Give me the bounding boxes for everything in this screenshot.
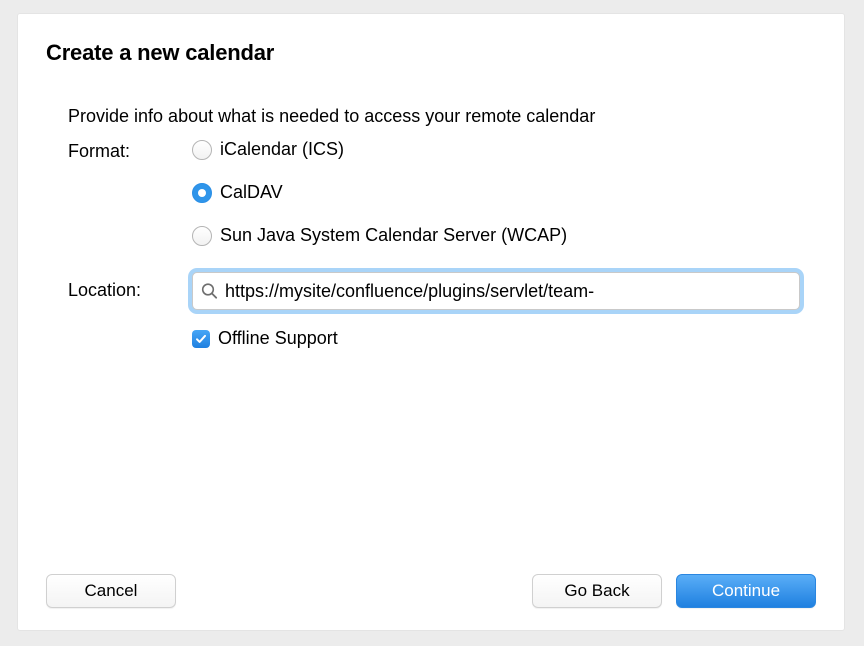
button-bar: Cancel Go Back Continue — [46, 574, 816, 608]
radio-icon — [192, 183, 212, 203]
format-option-label: Sun Java System Calendar Server (WCAP) — [220, 225, 567, 246]
format-option-label: CalDAV — [220, 182, 283, 203]
radio-icon — [192, 226, 212, 246]
format-option-ics[interactable]: iCalendar (ICS) — [192, 139, 816, 160]
location-input[interactable] — [192, 272, 800, 310]
cancel-button[interactable]: Cancel — [46, 574, 176, 608]
dialog-title: Create a new calendar — [46, 40, 816, 66]
go-back-button[interactable]: Go Back — [532, 574, 662, 608]
location-field-wrap — [192, 272, 816, 310]
radio-icon — [192, 140, 212, 160]
dialog-panel: Create a new calendar Provide info about… — [18, 14, 844, 630]
format-option-caldav[interactable]: CalDAV — [192, 182, 816, 203]
format-label: Format: — [68, 139, 168, 162]
location-label: Location: — [68, 272, 168, 301]
checkbox-icon — [192, 330, 210, 348]
format-option-wcap[interactable]: Sun Java System Calendar Server (WCAP) — [192, 225, 816, 246]
offline-support-row[interactable]: Offline Support — [192, 328, 816, 349]
dialog-description: Provide info about what is needed to acc… — [68, 106, 816, 127]
format-option-label: iCalendar (ICS) — [220, 139, 344, 160]
continue-button[interactable]: Continue — [676, 574, 816, 608]
offline-support-label: Offline Support — [218, 328, 338, 349]
format-radio-group: iCalendar (ICS) CalDAV Sun Java System C… — [192, 139, 816, 246]
form-grid: Format: iCalendar (ICS) CalDAV Sun Java … — [68, 139, 816, 349]
